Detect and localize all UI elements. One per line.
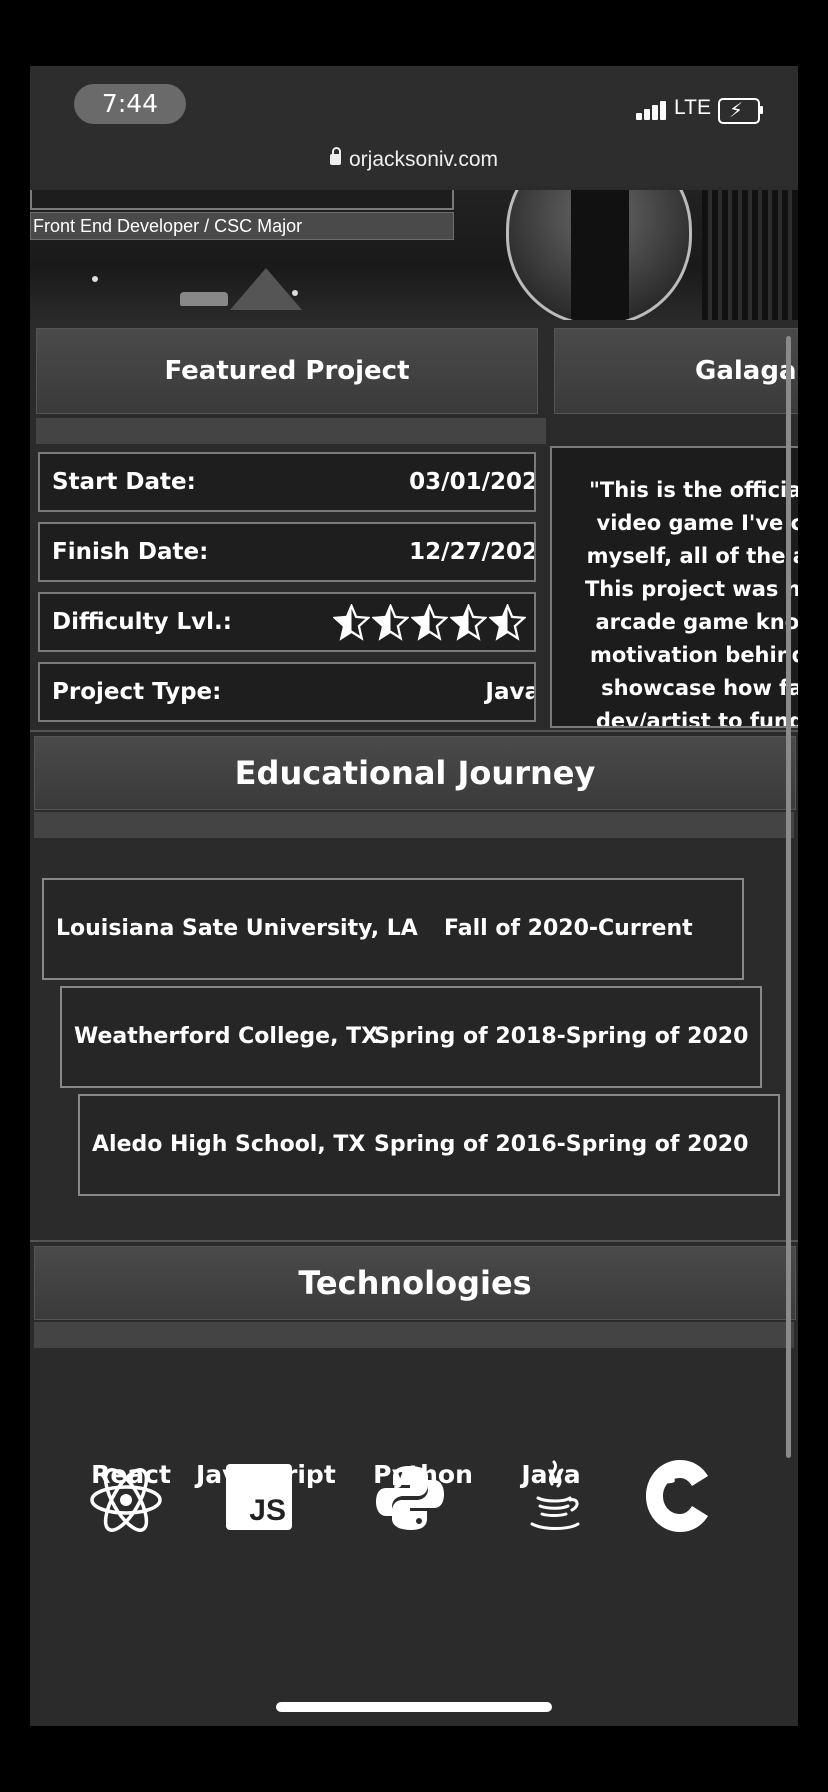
phone-screen: 7:44 LTE ⚡ orjacksoniv.com Front End Dev… xyxy=(30,66,798,1726)
finish-date-field: Finish Date: 12/27/202 xyxy=(38,522,536,582)
url-text: orjacksoniv.com xyxy=(349,148,498,171)
avatar xyxy=(506,190,692,320)
technologies-header: Technologies xyxy=(34,1246,796,1320)
start-date-field: Start Date: 03/01/202 xyxy=(38,452,536,512)
project-title-header[interactable]: Galaga V xyxy=(554,328,798,414)
hero-subtitle: Front End Developer / CSC Major xyxy=(30,212,454,240)
star-icon xyxy=(450,604,487,641)
project-description: "This is the official f video game I've … xyxy=(550,446,798,728)
battery-charging-icon: ⚡ xyxy=(718,98,760,124)
star-icon xyxy=(489,604,526,641)
status-time: 7:44 xyxy=(74,84,186,124)
lock-icon xyxy=(330,147,341,165)
tech-label-react: React xyxy=(91,1460,171,1489)
network-type: LTE xyxy=(674,96,711,119)
star-icon xyxy=(372,604,409,641)
featured-project-header: Featured Project xyxy=(36,328,538,414)
status-bar: 7:44 LTE ⚡ orjacksoniv.com xyxy=(30,66,798,186)
city-background xyxy=(702,190,798,320)
star-icon xyxy=(411,604,448,641)
difficulty-rating xyxy=(333,604,526,642)
tech-label-python: Python xyxy=(373,1460,473,1489)
hero-banner: Front End Developer / CSC Major xyxy=(30,190,798,320)
education-entry: Aledo High School, TX Spring of 2016-Spr… xyxy=(78,1094,780,1196)
project-type-field: Project Type: Java xyxy=(38,662,536,722)
tech-label-c: C xyxy=(657,1460,677,1489)
difficulty-field: Difficulty Lvl.: xyxy=(38,592,536,652)
educational-journey-header: Educational Journey xyxy=(34,736,796,810)
education-entry: Louisiana Sate University, LA Fall of 20… xyxy=(42,878,744,980)
home-indicator[interactable] xyxy=(276,1702,552,1712)
education-entry: Weatherford College, TX Spring of 2018-S… xyxy=(60,986,762,1088)
star-icon xyxy=(333,604,370,641)
page-scrollbar[interactable] xyxy=(786,336,791,1458)
tech-label-javascript: Javascript xyxy=(196,1460,336,1489)
address-bar[interactable]: orjacksoniv.com xyxy=(30,147,798,172)
tech-label-java: Java xyxy=(521,1460,581,1489)
